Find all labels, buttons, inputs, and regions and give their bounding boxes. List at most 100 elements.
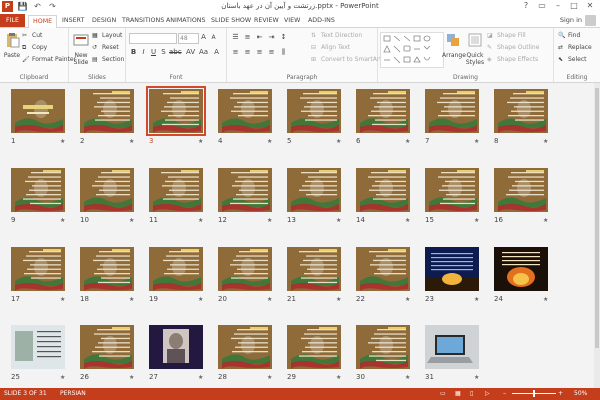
- tab-design[interactable]: DESIGN: [88, 15, 120, 27]
- close-button[interactable]: ✕: [582, 0, 598, 12]
- transition-star-icon[interactable]: ★: [336, 217, 341, 224]
- paste-button[interactable]: Paste: [3, 32, 21, 59]
- tab-home[interactable]: HOME: [28, 15, 58, 29]
- slide-thumbnail[interactable]: [218, 168, 272, 212]
- justify-button[interactable]: ≡: [267, 48, 276, 56]
- slide-thumbnail[interactable]: [149, 325, 203, 369]
- shadow-button[interactable]: S: [159, 48, 168, 56]
- transition-star-icon[interactable]: ★: [543, 138, 548, 145]
- reset-button[interactable]: ↺ Reset: [92, 44, 119, 51]
- copy-button[interactable]: ⧉ Copy: [22, 44, 47, 51]
- slide-thumbnail[interactable]: [218, 247, 272, 291]
- align-center-button[interactable]: ≡: [243, 48, 252, 56]
- slide-thumbnail[interactable]: [80, 247, 134, 291]
- sign-in-link[interactable]: Sign in: [560, 16, 582, 24]
- char-spacing-button[interactable]: AV: [186, 48, 195, 56]
- zoom-in-button[interactable]: +: [558, 390, 563, 397]
- columns-button[interactable]: ⫼: [279, 48, 288, 57]
- transition-star-icon[interactable]: ★: [267, 296, 272, 303]
- transition-star-icon[interactable]: ★: [405, 374, 410, 381]
- increase-indent-button[interactable]: ⇥: [267, 33, 276, 41]
- reading-view-icon[interactable]: ▯: [470, 390, 473, 397]
- bullets-button[interactable]: ☰: [231, 33, 240, 41]
- transition-star-icon[interactable]: ★: [405, 138, 410, 145]
- transition-star-icon[interactable]: ★: [129, 138, 134, 145]
- slide-thumbnail[interactable]: [425, 168, 479, 212]
- minimize-button[interactable]: –: [550, 0, 566, 12]
- slide-thumbnail[interactable]: [80, 168, 134, 212]
- slide-thumbnail[interactable]: [218, 325, 272, 369]
- normal-view-icon[interactable]: ▭: [440, 390, 446, 397]
- shape-outline-button[interactable]: ✎ Shape Outline: [487, 44, 539, 51]
- transition-star-icon[interactable]: ★: [474, 296, 479, 303]
- tab-insert[interactable]: INSERT: [58, 15, 88, 27]
- transition-star-icon[interactable]: ★: [267, 217, 272, 224]
- tab-transitions[interactable]: TRANSITIONS: [118, 15, 168, 27]
- transition-star-icon[interactable]: ★: [60, 138, 65, 145]
- slide-thumbnail[interactable]: [425, 89, 479, 133]
- avatar[interactable]: [585, 15, 596, 26]
- transition-star-icon[interactable]: ★: [474, 374, 479, 381]
- tab-review[interactable]: REVIEW: [250, 15, 283, 27]
- select-button[interactable]: ⬉ Select: [558, 56, 587, 63]
- bold-button[interactable]: B: [129, 48, 138, 56]
- slide-thumbnail[interactable]: [425, 247, 479, 291]
- tab-animations[interactable]: ANIMATIONS: [162, 15, 210, 27]
- transition-star-icon[interactable]: ★: [129, 374, 134, 381]
- decrease-indent-button[interactable]: ⇤: [255, 33, 264, 41]
- transition-star-icon[interactable]: ★: [543, 296, 548, 303]
- line-spacing-button[interactable]: ↕: [279, 33, 288, 41]
- transition-star-icon[interactable]: ★: [60, 296, 65, 303]
- grow-font-button[interactable]: A: [199, 33, 208, 41]
- slide-thumbnail[interactable]: [11, 247, 65, 291]
- slide-thumbnail[interactable]: [149, 247, 203, 291]
- language-indicator[interactable]: PERSIAN: [60, 390, 86, 397]
- format-painter-button[interactable]: 🖌 Format Painter: [22, 56, 76, 63]
- underline-button[interactable]: U: [149, 48, 158, 56]
- new-slide-button[interactable]: New Slide: [71, 32, 91, 66]
- slide-thumbnail[interactable]: [287, 89, 341, 133]
- scrollbar-thumb[interactable]: [595, 88, 599, 348]
- tab-file[interactable]: FILE: [0, 14, 25, 27]
- transition-star-icon[interactable]: ★: [267, 374, 272, 381]
- shape-effects-button[interactable]: ◈ Shape Effects: [487, 56, 538, 63]
- font-color-button[interactable]: A: [212, 48, 221, 56]
- shapes-gallery[interactable]: [380, 32, 444, 68]
- slide-thumbnail[interactable]: [494, 247, 548, 291]
- slide-sorter-view-icon[interactable]: ▦: [455, 390, 461, 397]
- transition-star-icon[interactable]: ★: [60, 374, 65, 381]
- slide-thumbnail[interactable]: [356, 89, 410, 133]
- arrange-button[interactable]: Arrange: [442, 32, 466, 59]
- font-size-box[interactable]: 48: [178, 33, 199, 44]
- quick-styles-button[interactable]: Quick Styles: [464, 32, 486, 66]
- tab-view[interactable]: VIEW: [280, 15, 304, 27]
- slide-thumbnail[interactable]: [80, 325, 134, 369]
- slide-thumbnail[interactable]: [356, 325, 410, 369]
- transition-star-icon[interactable]: ★: [267, 138, 272, 145]
- slide-thumbnail[interactable]: [287, 325, 341, 369]
- transition-star-icon[interactable]: ★: [543, 217, 548, 224]
- layout-button[interactable]: ▦ Layout: [92, 32, 122, 39]
- transition-star-icon[interactable]: ★: [336, 296, 341, 303]
- italic-button[interactable]: I: [139, 48, 148, 56]
- slide-thumbnail[interactable]: [425, 325, 479, 369]
- transition-star-icon[interactable]: ★: [129, 296, 134, 303]
- convert-smartart-button[interactable]: ⊞ Convert to SmartArt: [311, 56, 382, 63]
- zoom-slider-handle[interactable]: [533, 390, 535, 397]
- align-left-button[interactable]: ≡: [231, 48, 240, 56]
- slide-thumbnail[interactable]: [287, 168, 341, 212]
- slide-thumbnail[interactable]: [218, 89, 272, 133]
- slide-thumbnail[interactable]: [494, 89, 548, 133]
- align-right-button[interactable]: ≡: [255, 48, 264, 56]
- tab-slide-show[interactable]: SLIDE SHOW: [207, 15, 255, 27]
- replace-button[interactable]: ⇄ Replace: [558, 44, 592, 51]
- transition-star-icon[interactable]: ★: [198, 217, 203, 224]
- strikethrough-button[interactable]: abc: [169, 48, 182, 56]
- text-direction-button[interactable]: ⇅ Text Direction: [311, 32, 362, 39]
- slide-thumbnail[interactable]: [149, 168, 203, 212]
- transition-star-icon[interactable]: ★: [336, 374, 341, 381]
- slide-thumbnail[interactable]: [494, 168, 548, 212]
- slide-thumbnail[interactable]: [287, 247, 341, 291]
- slideshow-view-icon[interactable]: ▷: [485, 390, 490, 397]
- transition-star-icon[interactable]: ★: [474, 217, 479, 224]
